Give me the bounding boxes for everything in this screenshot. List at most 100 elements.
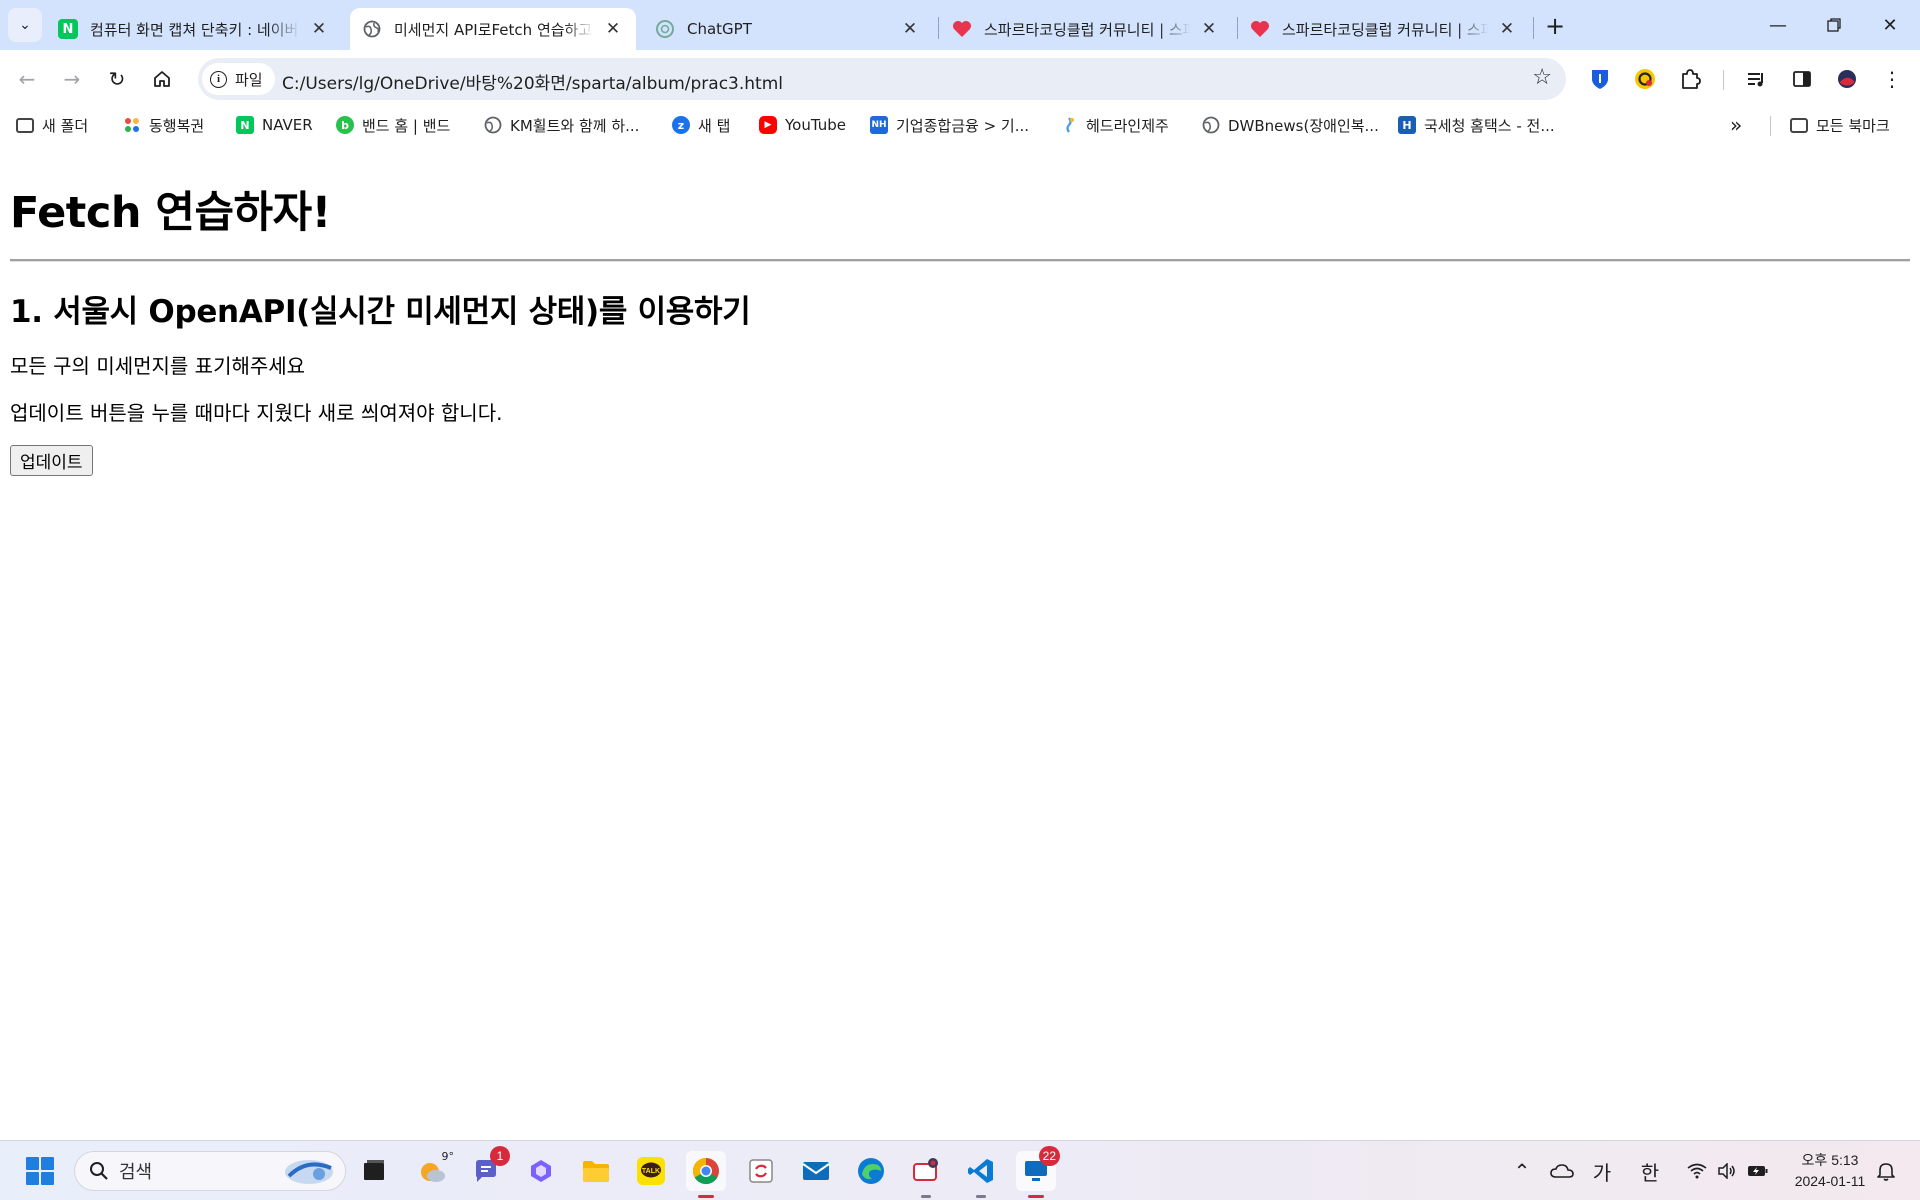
extension-yellow[interactable] [1629,63,1661,95]
arrow-right-icon: → [63,67,81,91]
bookmark-label: NAVER [262,116,313,134]
snipping-tool-button[interactable] [906,1151,946,1198]
forward-button[interactable]: → [54,61,90,97]
more-vert-icon: ⋮ [1882,67,1902,91]
wifi-icon [1687,1163,1707,1179]
ime-mode-han[interactable]: 한 [1636,1151,1664,1191]
tray-overflow-button[interactable]: ⌃ [1510,1151,1534,1191]
media-controls-button[interactable] [1741,63,1773,95]
bookmark-star-icon[interactable]: ☆ [1532,65,1552,90]
notifications-button[interactable] [1872,1151,1900,1191]
running-indicator [1028,1195,1044,1198]
bookmark-band[interactable]: b 밴드 홈 | 밴드 [336,112,450,138]
address-bar[interactable]: i 파일 C:/Users/lg/OneDrive/바탕%20화면/sparta… [198,58,1566,100]
chevron-down-icon: ⌄ [19,17,31,33]
instruction-text-2: 업데이트 버튼을 누를 때마다 지웠다 새로 씌여져야 합니다. [10,401,503,425]
youtube-icon: ▶ [759,116,777,134]
close-icon[interactable]: ✕ [899,18,921,40]
weather-widget[interactable]: 9° [412,1150,454,1191]
folder-icon [1790,117,1808,133]
ime-mode-ga[interactable]: 가 [1589,1151,1615,1191]
restore-button[interactable] [1806,0,1862,50]
new-tab-button[interactable]: + [1538,12,1572,40]
mail-button[interactable] [796,1151,836,1191]
tab-sparta-community-1[interactable]: 스파르타코딩클럽 커뮤니티 | 스파르타 ✕ [940,8,1232,50]
bookmark-new-tab[interactable]: z 새 탭 [672,112,730,138]
close-icon[interactable]: ✕ [602,18,624,40]
svg-text:TALK: TALK [642,1168,660,1175]
task-view-button[interactable] [354,1151,394,1191]
close-icon: ✕ [1882,14,1898,36]
bookmark-km[interactable]: KM휠트와 함께 하... [484,112,639,138]
avatar [1838,70,1856,88]
naver-favicon-icon: N [58,19,78,39]
browser-menu-button[interactable]: ⋮ [1876,63,1908,95]
bookmark-nh[interactable]: NH 기업종합금융 > 기... [870,112,1029,138]
battery-button[interactable] [1743,1151,1773,1191]
vscode-button[interactable] [961,1151,1001,1198]
bookmark-dhlottery[interactable]: 동행복권 [123,112,204,138]
windows-taskbar: 검색 9° 1 TALK 22 ⌃ 가 한 오후 5:13 2024-01-11 [0,1140,1920,1200]
onedrive-button[interactable] [1546,1151,1578,1191]
chatgpt-favicon-icon [655,19,675,39]
extension-badge-icon [1635,69,1655,89]
bookmark-headline-jeju[interactable]: 헤드라인제주 [1060,112,1169,138]
system-clock[interactable]: 오후 5:13 2024-01-11 [1780,1150,1880,1192]
close-icon[interactable]: ✕ [1496,18,1518,40]
wifi-button[interactable] [1683,1151,1711,1191]
close-icon[interactable]: ✕ [1198,18,1220,40]
bookmark-new-folder[interactable]: 새 폴더 [16,112,88,138]
url-text[interactable]: C:/Users/lg/OneDrive/바탕%20화면/sparta/albu… [282,69,783,94]
reload-button[interactable]: ↻ [99,61,135,97]
page-title: Fetch 연습하자! [10,188,331,238]
taskbar-search-box[interactable]: 검색 [74,1151,346,1191]
task-view-icon [364,1160,384,1180]
copilot-button[interactable] [521,1151,561,1191]
reload-icon: ↻ [108,67,126,91]
close-icon[interactable]: ✕ [308,18,330,40]
close-window-button[interactable]: ✕ [1862,0,1918,50]
start-button[interactable] [20,1151,60,1191]
minimize-button[interactable]: — [1750,0,1806,50]
bookmarks-overflow-button[interactable]: » [1730,112,1742,138]
nh-icon: NH [870,116,888,134]
edge-button[interactable] [851,1151,891,1191]
folder-icon [583,1161,609,1182]
all-bookmarks-button[interactable]: 모든 북마크 [1790,112,1890,138]
tab-search-button[interactable]: ⌄ [8,8,42,42]
teams-chat-button[interactable]: 1 [466,1146,510,1191]
remote-app-button[interactable]: 22 [1016,1146,1060,1198]
bookmark-naver[interactable]: N NAVER [236,112,313,138]
arrow-left-icon: ← [18,67,36,91]
profile-button[interactable] [1831,63,1863,95]
side-panel-button[interactable] [1786,63,1818,95]
sync-icon [749,1159,773,1183]
bookmark-hometax[interactable]: H 국세청 홈택스 - 전... [1398,112,1555,138]
folder-icon [16,117,34,133]
bookmark-youtube[interactable]: ▶ YouTube [759,112,846,138]
kakaotalk-button[interactable]: TALK [631,1151,671,1191]
sync-app-button[interactable] [741,1151,781,1191]
bitwarden-extension[interactable] [1584,63,1616,95]
volume-button[interactable] [1713,1151,1741,1191]
back-button[interactable]: ← [9,61,45,97]
tab-fetch-practice[interactable]: 미세먼지 API로Fetch 연습하고 ✕ [350,8,636,50]
tab-sparta-community-2[interactable]: 스파르타코딩클럽 커뮤니티 | 스파르타 ✕ [1238,8,1530,50]
tab-chatgpt[interactable]: ChatGPT ✕ [643,8,933,50]
chevron-up-icon: ⌃ [1513,1159,1531,1183]
site-info-chip[interactable]: i 파일 [202,63,275,95]
update-button[interactable]: 업데이트 [10,445,93,476]
home-button[interactable] [144,61,180,97]
tab-strip: ⌄ N 컴퓨터 화면 캡쳐 단축키 : 네이버 ✕ 미세먼지 API로Fetch… [0,0,1920,50]
edge-icon [858,1158,884,1184]
band-icon: b [336,116,354,134]
tab-naver-capture[interactable]: N 컴퓨터 화면 캡쳐 단축키 : 네이버 ✕ [46,8,342,50]
home-icon [154,71,170,87]
extensions-button[interactable] [1674,63,1706,95]
info-icon: i [210,70,227,88]
file-explorer-button[interactable] [576,1151,616,1191]
playlist-icon [1748,73,1763,87]
bookmark-dwbnews[interactable]: DWBnews(장애인복... [1202,112,1379,138]
notification-badge: 1 [490,1146,510,1166]
chrome-button[interactable] [686,1151,726,1198]
